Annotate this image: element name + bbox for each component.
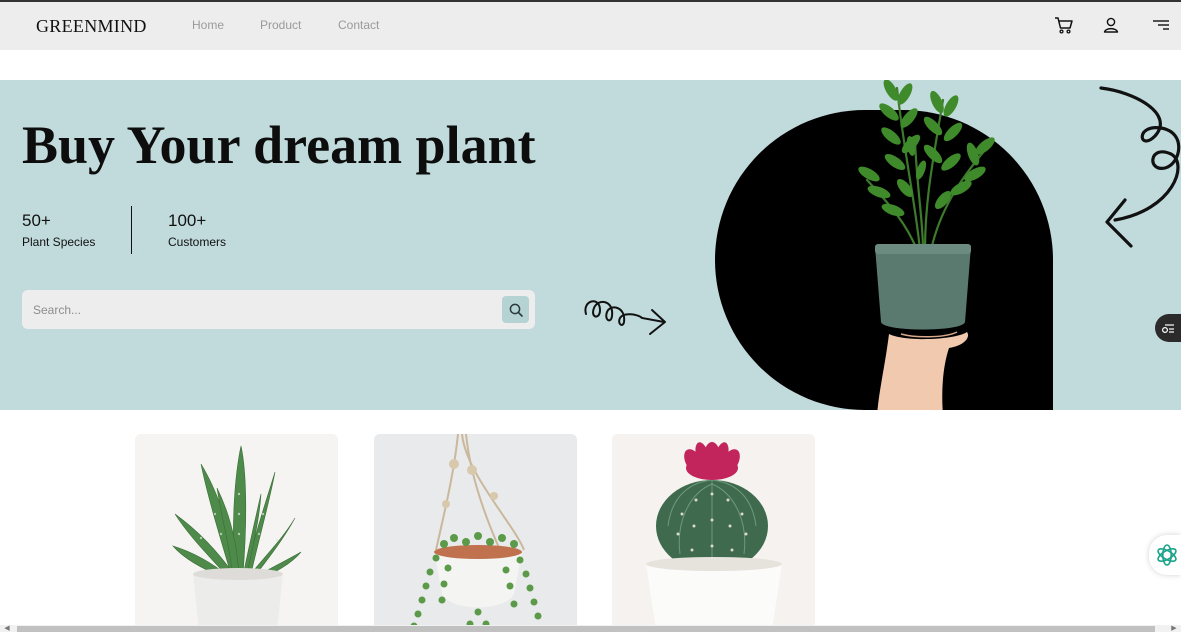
product-card-aloe[interactable]	[135, 434, 338, 630]
stat-customers-value: 100+	[168, 211, 207, 230]
nav-link-contact[interactable]: Contact	[338, 18, 379, 32]
stat-species-label: Plant Species	[22, 235, 96, 249]
floating-toggle-widget[interactable]	[1155, 314, 1181, 342]
scroll-right-arrow-icon[interactable]: ▶	[1169, 625, 1179, 632]
aloe-plant-image	[135, 434, 338, 630]
search-button[interactable]	[502, 296, 529, 323]
navbar: GREENMIND Home Product Contact	[0, 2, 1181, 50]
assistant-flower-icon	[1157, 544, 1177, 566]
menu-icon[interactable]	[1150, 14, 1172, 36]
hero-title: Buy Your dream plant	[22, 115, 536, 175]
squiggle-arrow-decoration	[584, 300, 666, 335]
search-icon	[509, 303, 523, 317]
nav-link-product[interactable]: Product	[260, 18, 301, 32]
hero-banner: Buy Your dream plant 50+ Plant Species 1…	[0, 80, 1181, 410]
hanging-string-of-pearls-image	[374, 434, 576, 630]
stat-divider	[131, 206, 132, 254]
toggle-list-icon	[1161, 324, 1174, 334]
search-input[interactable]	[33, 300, 493, 320]
search-bar	[22, 290, 535, 329]
nav-link-home[interactable]: Home	[192, 18, 224, 32]
stat-species-value: 50+	[22, 211, 51, 230]
flowering-cactus-image	[612, 434, 815, 630]
product-card-cactus[interactable]	[612, 434, 815, 630]
zz-plant-in-hand-image	[858, 80, 995, 410]
horizontal-scrollbar-thumb[interactable]	[17, 626, 1155, 632]
scroll-left-arrow-icon[interactable]: ◀	[2, 625, 12, 632]
stat-customers-label: Customers	[168, 235, 227, 249]
cart-icon[interactable]	[1053, 14, 1075, 36]
product-card-hanging-pearls[interactable]	[374, 434, 577, 630]
brand-logo[interactable]: GREENMIND	[36, 16, 147, 37]
big-squiggle-arrow-decoration	[1099, 86, 1181, 248]
user-icon[interactable]	[1100, 14, 1122, 36]
floating-assistant-widget[interactable]	[1149, 535, 1181, 575]
